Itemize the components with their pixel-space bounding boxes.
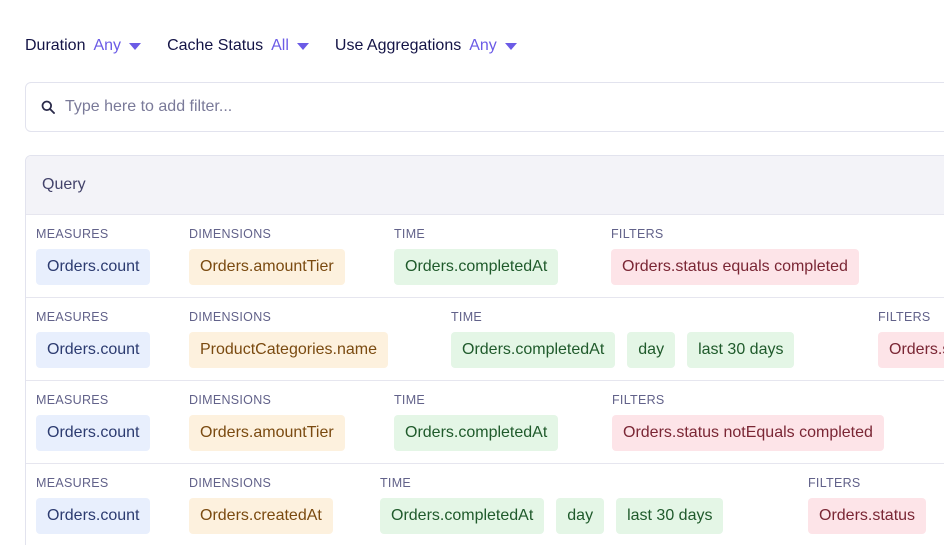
time-label: TIME: [394, 227, 426, 241]
measures-label: MEASURES: [36, 227, 109, 241]
time-label: TIME: [451, 310, 483, 324]
filter-chip: Orders.status equals completed: [611, 249, 859, 285]
granularity-chip: day: [627, 332, 676, 368]
dimensions-label: DIMENSIONS: [189, 310, 272, 324]
time-label: TIME: [380, 476, 412, 490]
search-icon: [41, 100, 55, 114]
time-chip: Orders.completedAt: [394, 249, 559, 285]
granularity-chip: day: [556, 498, 605, 534]
query-panel: Query MEASURES Orders.count DIMENSIONS O…: [25, 155, 944, 545]
dimension-chip: ProductCategories.name: [189, 332, 388, 368]
duration-filter-value[interactable]: Any: [93, 37, 121, 55]
date-range-chip: last 30 days: [687, 332, 795, 368]
use-aggregations-filter[interactable]: Use Aggregations Any: [335, 37, 517, 55]
dimension-chip: Orders.amountTier: [189, 415, 345, 451]
chevron-down-icon[interactable]: [129, 43, 142, 50]
query-row[interactable]: MEASURES Orders.count DIMENSIONS Product…: [26, 298, 944, 381]
query-row[interactable]: MEASURES Orders.count DIMENSIONS Orders.…: [26, 215, 944, 298]
time-chip: Orders.completedAt: [451, 332, 616, 368]
dimension-chip: Orders.createdAt: [189, 498, 333, 534]
dimension-chip: Orders.amountTier: [189, 249, 345, 285]
measure-chip: Orders.count: [36, 249, 151, 285]
filter-chip: Orders.status notEquals completed: [612, 415, 884, 451]
search-box[interactable]: [25, 82, 944, 132]
search-input[interactable]: [65, 98, 665, 116]
date-range-chip: last 30 days: [616, 498, 724, 534]
measures-label: MEASURES: [36, 476, 109, 490]
cache-status-filter[interactable]: Cache Status All: [167, 37, 309, 55]
measures-label: MEASURES: [36, 310, 109, 324]
time-chip: Orders.completedAt: [380, 498, 545, 534]
panel-header: Query: [26, 156, 944, 215]
panel-title: Query: [42, 176, 86, 193]
measure-chip: Orders.count: [36, 332, 151, 368]
use-aggregations-filter-value[interactable]: Any: [469, 37, 497, 55]
filter-bar: Duration Any Cache Status All Use Aggreg…: [25, 35, 543, 57]
measure-chip: Orders.count: [36, 498, 151, 534]
query-row[interactable]: MEASURES Orders.count DIMENSIONS Orders.…: [26, 381, 944, 464]
filters-label: FILTERS: [611, 227, 664, 241]
measure-chip: Orders.count: [36, 415, 151, 451]
cache-status-filter-label: Cache Status: [167, 37, 264, 54]
cache-status-filter-value[interactable]: All: [271, 37, 289, 55]
dimensions-label: DIMENSIONS: [189, 393, 272, 407]
chevron-down-icon[interactable]: [296, 43, 309, 50]
dimensions-label: DIMENSIONS: [189, 227, 272, 241]
chevron-down-icon[interactable]: [504, 43, 517, 50]
duration-filter[interactable]: Duration Any: [25, 37, 142, 55]
dimensions-label: DIMENSIONS: [189, 476, 272, 490]
filters-label: FILTERS: [612, 393, 665, 407]
use-aggregations-filter-label: Use Aggregations: [334, 37, 462, 54]
time-chip: Orders.completedAt: [394, 415, 559, 451]
filters-label: FILTERS: [878, 310, 931, 324]
filter-chip: Orders.status: [808, 498, 927, 534]
filter-chip: Orders.status: [878, 332, 944, 368]
duration-filter-label: Duration: [25, 37, 86, 54]
measures-label: MEASURES: [36, 393, 109, 407]
query-row[interactable]: MEASURES Orders.count DIMENSIONS Orders.…: [26, 464, 944, 545]
filters-label: FILTERS: [808, 476, 861, 490]
time-label: TIME: [394, 393, 426, 407]
